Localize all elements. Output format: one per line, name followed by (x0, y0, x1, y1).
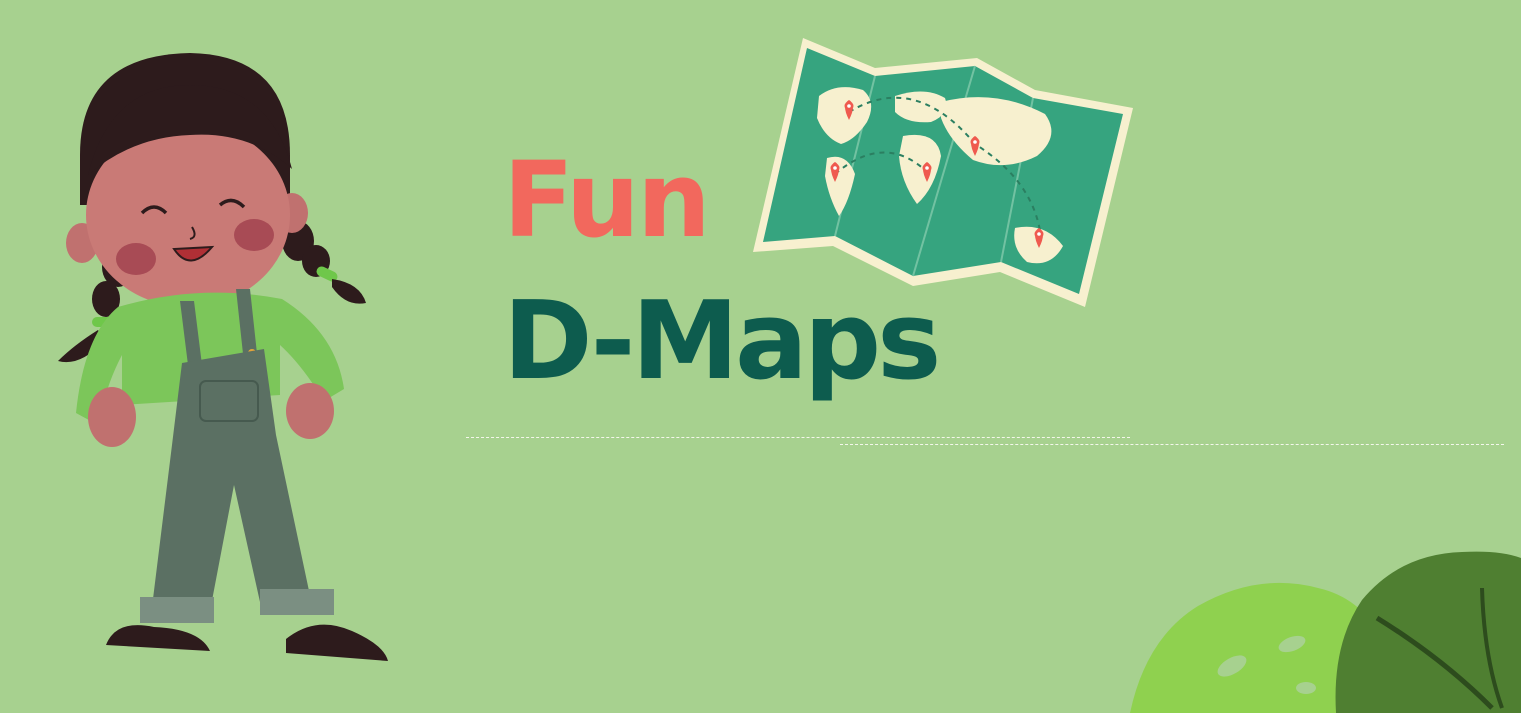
right-shoe (286, 624, 388, 661)
monstera-leaf-icon (1130, 551, 1521, 713)
leaf-hole (1296, 682, 1316, 694)
right-fist (286, 383, 334, 439)
left-fist (88, 387, 136, 447)
right-cheek (234, 219, 274, 251)
divider-line (840, 444, 1504, 445)
divider-line (466, 437, 1130, 438)
left-cheek (116, 243, 156, 275)
world-map-icon (753, 38, 1133, 307)
girl-character-illustration (58, 53, 388, 661)
left-shoe (106, 625, 210, 651)
title-fun: Fun (503, 139, 711, 261)
right-braid (282, 221, 366, 304)
dark-leaf (1335, 551, 1521, 713)
right-cuff (260, 589, 334, 615)
left-cuff (140, 597, 214, 623)
title-slide: Fun D-Maps (0, 0, 1521, 713)
